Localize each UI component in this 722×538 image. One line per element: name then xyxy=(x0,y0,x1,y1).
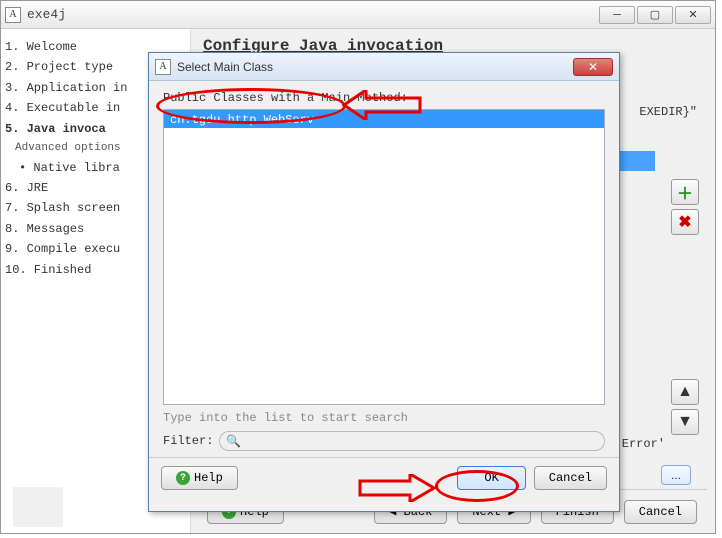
app-icon: A xyxy=(5,7,21,23)
main-titlebar: A exe4j ─ ▢ ✕ xyxy=(1,1,715,29)
app-title: exe4j xyxy=(27,7,597,22)
dialog-titlebar: A Select Main Class ✕ xyxy=(149,53,619,81)
filter-input[interactable]: 🔍 xyxy=(219,431,605,451)
search-icon: 🔍 xyxy=(226,434,241,449)
dialog-title: Select Main Class xyxy=(177,60,573,74)
ok-button[interactable]: OK xyxy=(457,466,525,490)
browse-button[interactable]: ... xyxy=(661,465,691,485)
move-down-button[interactable]: ▼ xyxy=(671,409,699,435)
order-buttons: ▲ ▼ xyxy=(671,379,699,435)
dialog-footer: ?Help OK Cancel xyxy=(149,457,619,498)
close-button[interactable]: ✕ xyxy=(675,6,711,24)
filter-row: Filter: 🔍 xyxy=(163,431,605,451)
window-buttons: ─ ▢ ✕ xyxy=(597,6,711,24)
classpath-buttons: ＋ ✖ xyxy=(671,179,699,235)
list-item[interactable]: cn.tgdu.http.WebServ xyxy=(164,110,604,128)
minimize-button[interactable]: ─ xyxy=(599,6,635,24)
list-label: Public Classes with a Main Method: xyxy=(163,91,605,105)
class-list[interactable]: cn.tgdu.http.WebServ xyxy=(163,109,605,405)
filter-label: Filter: xyxy=(163,434,213,448)
maximize-button[interactable]: ▢ xyxy=(637,6,673,24)
balloon-tail xyxy=(13,487,63,527)
move-up-button[interactable]: ▲ xyxy=(671,379,699,405)
help-icon: ? xyxy=(176,471,190,485)
dialog-close-button[interactable]: ✕ xyxy=(573,58,613,76)
dialog-body: Public Classes with a Main Method: cn.tg… xyxy=(149,81,619,457)
cancel-button[interactable]: Cancel xyxy=(624,500,697,524)
dialog-cancel-button[interactable]: Cancel xyxy=(534,466,607,490)
select-main-class-dialog: A Select Main Class ✕ Public Classes wit… xyxy=(148,52,620,512)
add-button[interactable]: ＋ xyxy=(671,179,699,205)
path-hint: EXEDIR}" xyxy=(639,105,697,119)
dialog-app-icon: A xyxy=(155,59,171,75)
remove-button[interactable]: ✖ xyxy=(671,209,699,235)
type-hint: Type into the list to start search xyxy=(163,411,605,425)
dialog-help-button[interactable]: ?Help xyxy=(161,466,238,490)
